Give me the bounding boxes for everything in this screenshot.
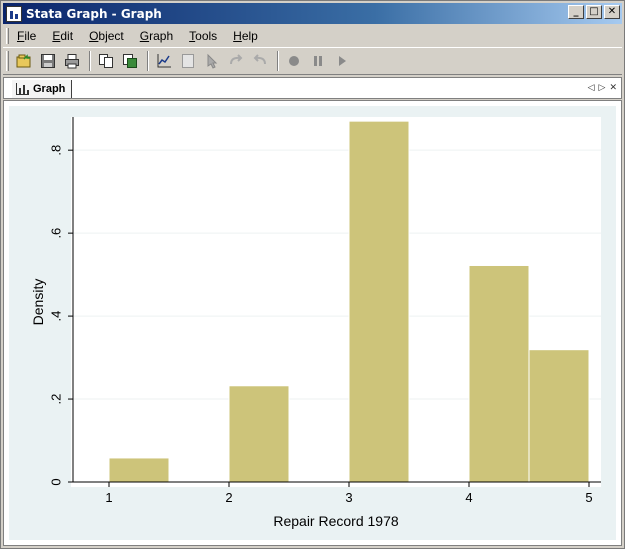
histogram-bar: [108, 457, 170, 483]
histogram-bar: [228, 385, 290, 483]
undo-button[interactable]: [225, 50, 247, 72]
pause-icon: [314, 56, 322, 66]
record-button[interactable]: [283, 50, 305, 72]
window-title: Stata Graph - Graph: [26, 6, 162, 21]
print-button[interactable]: [61, 50, 83, 72]
x-tick-label: 3: [345, 490, 352, 505]
save-icon: [41, 54, 55, 68]
graph-tab-strip: Graph ◁ ▷ ✕: [3, 77, 622, 99]
graph-canvas[interactable]: 0 .2 .4 .6 .8 1 2 3 4 5 Repair Record 1978 Densit…: [9, 106, 616, 540]
title-bar[interactable]: Stata Graph - Graph _ □ ✕: [3, 3, 622, 24]
graph-editor-button[interactable]: [153, 50, 175, 72]
toolbar: [3, 47, 622, 75]
y-tick-label: 0: [48, 478, 63, 485]
menu-edit[interactable]: Edit: [44, 29, 81, 43]
menu-graph[interactable]: Graph: [132, 29, 181, 43]
y-tick-label: .4: [48, 311, 63, 322]
x-axis-label: Repair Record 1978: [273, 513, 399, 529]
tab-graph-label: Graph: [33, 83, 66, 95]
bar-chart-icon: [16, 83, 29, 95]
record-icon: [289, 56, 299, 66]
play-icon: [339, 56, 346, 66]
tab-prev-icon[interactable]: ◁: [588, 82, 595, 93]
pointer-button[interactable]: [201, 50, 223, 72]
copy-icon: [99, 54, 113, 68]
x-tick-label: 1: [105, 490, 112, 505]
stata-graph-icon: [6, 5, 22, 22]
object-browser-icon: [182, 54, 194, 68]
toolbar-separator: [147, 51, 149, 71]
open-button[interactable]: [13, 50, 35, 72]
tab-graph[interactable]: Graph: [12, 80, 73, 98]
save-button[interactable]: [37, 50, 59, 72]
play-button[interactable]: [331, 50, 353, 72]
copy-button[interactable]: [95, 50, 117, 72]
y-tick-label: .6: [48, 228, 63, 239]
histogram-bar: [348, 120, 410, 483]
copy-graph-button[interactable]: [119, 50, 141, 72]
graph-window-area: 0 .2 .4 .6 .8 1 2 3 4 5 Repair Record 1978 Densit…: [3, 100, 622, 546]
maximize-button[interactable]: □: [586, 5, 602, 19]
x-tick-label: 2: [225, 490, 232, 505]
tab-close-icon[interactable]: ✕: [609, 82, 617, 93]
menu-object[interactable]: Object: [81, 29, 132, 43]
window-controls: _ □ ✕: [568, 5, 620, 19]
menu-file[interactable]: File: [9, 29, 44, 43]
menu-bar: File Edit Object Graph Tools Help: [3, 26, 622, 46]
histogram-bar: [468, 264, 530, 483]
toolbar-separator: [89, 51, 91, 71]
redo-icon: [253, 54, 266, 65]
stata-graph-window: Stata Graph - Graph _ □ ✕ File Edit Obje…: [0, 0, 625, 549]
y-tick-label: .8: [48, 145, 63, 156]
x-tick-label: 4: [465, 490, 472, 505]
toolbar-grip[interactable]: [6, 51, 9, 71]
object-browser-button[interactable]: [177, 50, 199, 72]
histogram-chart: 0 .2 .4 .6 .8 1 2 3 4 5 Repair Record 1978 Densit…: [30, 117, 601, 529]
graph-editor-icon: [157, 54, 171, 68]
minimize-button[interactable]: _: [568, 5, 584, 19]
menu-tools[interactable]: Tools: [181, 29, 225, 43]
toolbar-separator: [277, 51, 279, 71]
histogram-bar: [528, 349, 590, 483]
y-tick-label: .2: [48, 394, 63, 405]
close-button[interactable]: ✕: [604, 5, 620, 19]
redo-button[interactable]: [249, 50, 271, 72]
x-tick-label: 5: [585, 490, 592, 505]
copy-graph-icon: [123, 54, 137, 68]
undo-icon: [230, 54, 243, 65]
open-icon: [16, 54, 31, 68]
tab-navigation: ◁ ▷ ✕: [588, 82, 617, 93]
print-icon: [65, 54, 79, 69]
menu-help[interactable]: Help: [225, 29, 266, 43]
pointer-icon: [207, 53, 218, 69]
y-axis-label: Density: [30, 279, 46, 326]
tab-next-icon[interactable]: ▷: [599, 82, 606, 93]
pause-button[interactable]: [307, 50, 329, 72]
